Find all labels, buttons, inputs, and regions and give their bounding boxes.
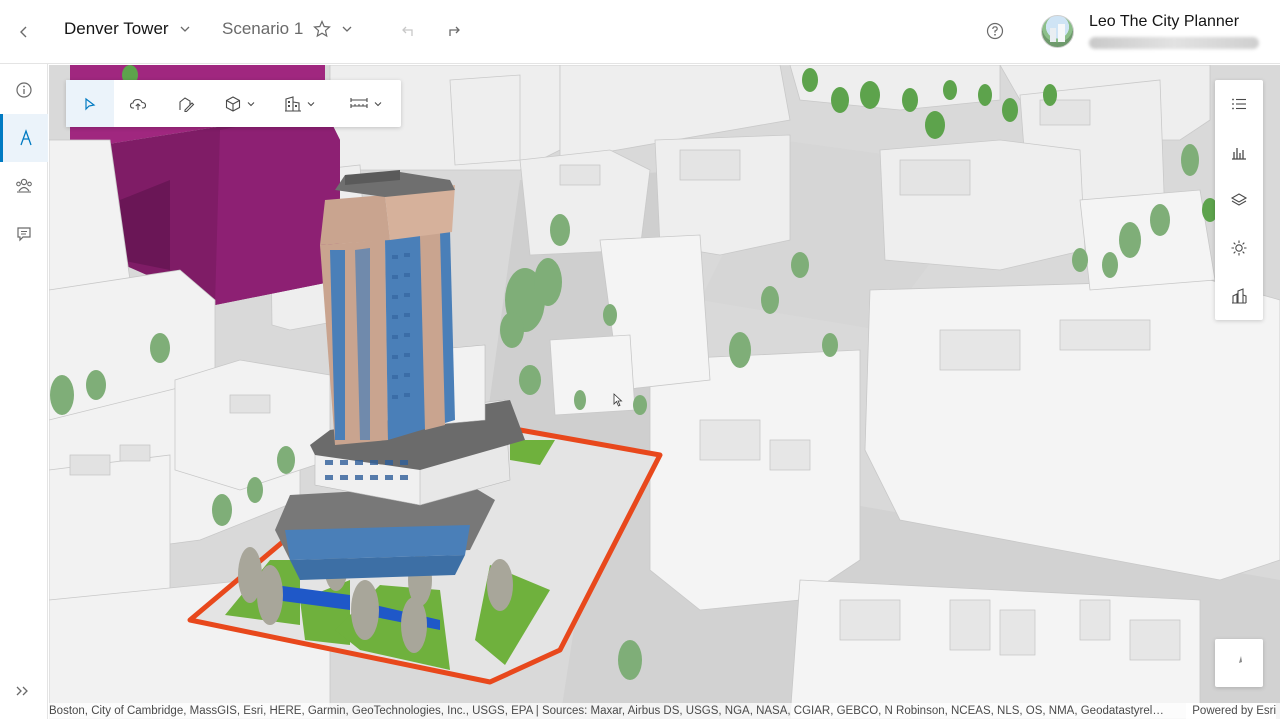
project-title: Denver Tower	[64, 19, 169, 38]
undo-button[interactable]	[396, 20, 418, 47]
chevron-down-icon	[374, 101, 381, 106]
bar-chart-icon	[1232, 148, 1246, 160]
star-icon[interactable]	[313, 20, 332, 38]
chevron-down-icon	[342, 26, 352, 32]
building-tool-button[interactable]	[270, 80, 330, 127]
sun-icon	[1231, 240, 1247, 256]
undo-icon	[402, 26, 413, 36]
stakeholders-button[interactable]	[0, 162, 48, 210]
right-action-panel	[1215, 80, 1263, 320]
sketch-button[interactable]	[162, 80, 210, 127]
chevron-left-icon	[20, 26, 27, 38]
cloud-upload-icon	[129, 98, 147, 110]
comment-icon	[17, 227, 31, 242]
design-button[interactable]	[0, 114, 48, 162]
shape-edit-icon	[179, 96, 195, 112]
back-button[interactable]	[12, 20, 36, 44]
chevron-down-icon	[180, 26, 190, 32]
double-chevron-right-icon	[16, 686, 28, 696]
people-icon	[16, 178, 32, 193]
city-3d-scene[interactable]	[49, 65, 1280, 719]
user-organization-blurred	[1089, 37, 1259, 49]
scene-view[interactable]	[49, 65, 1280, 719]
avatar-building	[1050, 28, 1056, 42]
map-attribution: Boston, City of Cambridge, MassGIS, Esri…	[49, 703, 1280, 719]
measure-tool-button[interactable]	[330, 80, 401, 127]
redo-icon	[449, 26, 460, 36]
help-button[interactable]	[984, 20, 1006, 47]
attribution-sources: Boston, City of Cambridge, MassGIS, Esri…	[49, 705, 1164, 717]
select-tool-button[interactable]	[66, 80, 114, 127]
comments-button[interactable]	[0, 210, 48, 258]
design-toolbar	[66, 80, 401, 127]
chevron-down-icon	[307, 101, 315, 106]
mouse-cursor-icon	[613, 393, 623, 407]
layers-button[interactable]	[1215, 176, 1263, 224]
app-header: Denver Tower Scenario 1 Leo The City Pla…	[0, 0, 1280, 64]
scenario-title: Scenario 1	[222, 19, 304, 38]
user-avatar[interactable]	[1041, 15, 1074, 48]
avatar-building	[1058, 24, 1065, 42]
layers-icon	[1230, 193, 1248, 206]
scenario-selector[interactable]: Scenario 1	[222, 19, 353, 39]
building-icon	[285, 95, 301, 112]
list-button[interactable]	[1215, 80, 1263, 128]
cube-icon	[225, 95, 241, 112]
chevron-down-icon	[247, 101, 255, 106]
upload-button[interactable]	[114, 80, 162, 127]
dashboard-button[interactable]	[1215, 272, 1263, 320]
compass-button[interactable]	[1215, 639, 1263, 687]
cursor-arrow-icon	[85, 97, 96, 110]
redo-button[interactable]	[444, 20, 466, 47]
place-3d-button[interactable]	[210, 80, 270, 127]
charts-button[interactable]	[1215, 128, 1263, 176]
compass-needle-icon	[1237, 656, 1242, 670]
measure-icon	[349, 97, 368, 108]
list-icon	[1232, 98, 1246, 110]
powered-by-link[interactable]: Powered by Esri	[1186, 703, 1276, 719]
user-name: Leo The City Planner	[1089, 13, 1240, 30]
city-metrics-icon	[1232, 288, 1247, 304]
left-action-bar	[0, 64, 48, 719]
expand-rail-button[interactable]	[14, 684, 30, 702]
design-pen-icon	[19, 129, 32, 146]
info-button[interactable]	[0, 66, 48, 114]
daylight-button[interactable]	[1215, 224, 1263, 272]
project-selector[interactable]: Denver Tower	[64, 19, 191, 39]
help-icon	[986, 22, 1004, 40]
info-icon	[16, 82, 32, 98]
